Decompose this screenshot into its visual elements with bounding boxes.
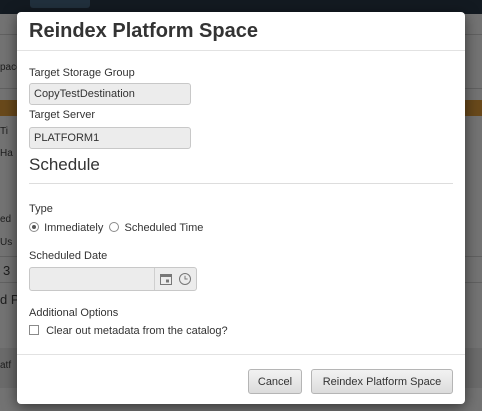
- clear-metadata-checkbox[interactable]: [29, 325, 39, 335]
- immediately-radio[interactable]: [29, 222, 39, 232]
- dialog-footer: Cancel Reindex Platform Space: [17, 354, 465, 404]
- immediately-label[interactable]: Immediately: [44, 222, 103, 234]
- clear-metadata-option: Clear out metadata from the catalog?: [29, 325, 228, 337]
- divider: [154, 268, 155, 290]
- target-server-input[interactable]: [29, 127, 191, 149]
- scheduled-time-radio[interactable]: [109, 222, 120, 232]
- schedule-heading: Schedule: [29, 155, 100, 174]
- reindex-platform-space-button[interactable]: Reindex Platform Space: [311, 369, 453, 394]
- clock-icon[interactable]: [177, 271, 193, 287]
- cancel-button[interactable]: Cancel: [248, 369, 302, 394]
- scheduled-date-picker: [29, 267, 197, 292]
- clear-metadata-label[interactable]: Clear out metadata from the catalog?: [46, 325, 228, 337]
- target-storage-group-label: Target Storage Group: [29, 67, 135, 79]
- dialog-title: Reindex Platform Space: [29, 20, 258, 42]
- scheduled-time-label[interactable]: Scheduled Time: [124, 222, 203, 234]
- type-radio-group: Immediately Scheduled Time: [29, 222, 203, 234]
- additional-options-label: Additional Options: [29, 307, 119, 319]
- target-storage-group-input[interactable]: [29, 83, 191, 105]
- type-label: Type: [29, 203, 53, 215]
- scheduled-date-label: Scheduled Date: [29, 250, 108, 262]
- scheduled-date-input[interactable]: [30, 268, 158, 292]
- dialog-header: Reindex Platform Space: [17, 12, 465, 51]
- section-divider: [29, 183, 453, 184]
- calendar-icon[interactable]: [158, 271, 174, 287]
- target-server-label: Target Server: [29, 109, 96, 121]
- reindex-dialog: Reindex Platform Space Target Storage Gr…: [17, 12, 465, 404]
